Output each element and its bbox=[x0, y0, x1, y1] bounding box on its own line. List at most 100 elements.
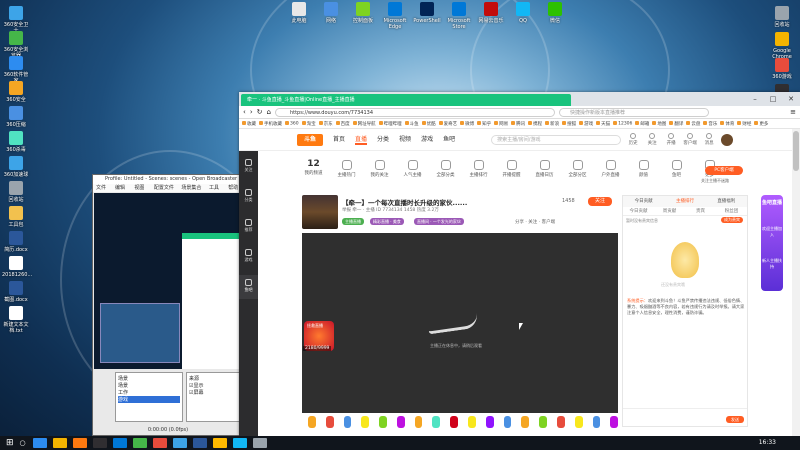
desktop-icon[interactable]: PowerShell bbox=[413, 2, 441, 24]
gift-icon[interactable] bbox=[396, 416, 405, 428]
nav-5[interactable]: 鱼吧 bbox=[443, 134, 455, 145]
scene-item[interactable]: 场景 bbox=[118, 382, 180, 389]
video-player[interactable]: 主播正在休息中，请稍后观看 拯救直播 2180/9999 bbox=[302, 233, 618, 413]
sidebar-item[interactable]: 关注 bbox=[239, 155, 258, 179]
gift-icon[interactable] bbox=[539, 416, 547, 428]
gift-icon[interactable] bbox=[574, 416, 583, 428]
desktop-icon[interactable]: 控制面板 bbox=[349, 2, 377, 24]
streamer-avatar[interactable] bbox=[302, 195, 338, 229]
desktop-icon[interactable]: 网易云音乐 bbox=[477, 2, 505, 24]
panel-tab[interactable]: 直播福利 bbox=[706, 196, 747, 207]
bookmark-item[interactable]: 体育 bbox=[720, 121, 734, 127]
header-icon[interactable]: 关注 bbox=[645, 133, 659, 146]
obs-sources-dock[interactable]: 来源 ☑显示 ☑屏幕 bbox=[186, 372, 240, 422]
gift-icon[interactable] bbox=[503, 416, 512, 428]
gift-icon[interactable] bbox=[308, 416, 316, 428]
back-icon[interactable]: ‹ bbox=[243, 108, 246, 116]
obs-menu-item[interactable]: 视图(V) bbox=[134, 184, 149, 199]
category-item[interactable]: 全部分类 bbox=[429, 158, 462, 178]
header-icon[interactable]: 开播 bbox=[664, 133, 678, 146]
avatar[interactable] bbox=[721, 133, 734, 146]
room-tag[interactable]: 主播直播 bbox=[342, 218, 364, 225]
room-tag[interactable]: 直播间 · 一个发光的家伙 bbox=[414, 218, 464, 225]
panel-subtab[interactable]: 贵宾 bbox=[685, 207, 716, 215]
bookmark-item[interactable]: 搜狐 bbox=[562, 121, 576, 127]
category-item[interactable]: 主播排行 bbox=[462, 158, 495, 178]
bookmark-item[interactable]: 收藏 bbox=[242, 121, 256, 127]
browser-window[interactable]: 牵一 · 斗鱼直播_斗鱼直播|Online直播_主播直播 – □ ✕ ‹ › ↻… bbox=[239, 92, 800, 436]
bookmark-item[interactable]: 京东 bbox=[319, 121, 333, 127]
gift-icon[interactable] bbox=[468, 416, 476, 428]
bookmark-item[interactable]: 云盘 bbox=[686, 121, 700, 127]
room-tag[interactable]: 精彩直播 · 美食 bbox=[370, 218, 404, 225]
nav-4[interactable]: 游戏 bbox=[421, 134, 433, 145]
taskbar-app-icon[interactable] bbox=[92, 438, 107, 448]
address-bar[interactable]: https://www.douyu.com/7734134 bbox=[274, 107, 555, 117]
nav-0[interactable]: 首页 bbox=[333, 134, 345, 145]
bookmark-item[interactable]: 12306 bbox=[613, 121, 632, 126]
desktop-icon[interactable]: 截图.docx bbox=[2, 281, 30, 303]
taskbar-app-icon[interactable] bbox=[52, 438, 67, 448]
desktop-icon[interactable]: 360安全 bbox=[2, 81, 30, 103]
desktop-icon[interactable]: 360杀毒 bbox=[2, 131, 30, 153]
page-scrollbar[interactable] bbox=[792, 129, 800, 436]
sources-list[interactable]: ☑显示 ☑屏幕 bbox=[189, 382, 237, 396]
source-item[interactable]: ☑屏幕 bbox=[189, 389, 237, 396]
scene-item[interactable]: 游戏 bbox=[118, 396, 180, 403]
desktop-icon[interactable]: 此电脑 bbox=[285, 2, 313, 24]
gift-icon[interactable] bbox=[450, 416, 459, 428]
obs-preview[interactable] bbox=[94, 193, 242, 369]
close-icon[interactable]: ✕ bbox=[782, 92, 800, 106]
chat-input[interactable]: 发送 bbox=[623, 408, 747, 426]
bookmark-item[interactable]: 哔哩哔哩 bbox=[379, 121, 402, 127]
bookmark-item[interactable]: 邮箱 bbox=[635, 121, 649, 127]
gift-icon[interactable] bbox=[414, 416, 423, 428]
bookmark-item[interactable]: 网址导航 bbox=[353, 121, 376, 127]
desktop-icon[interactable]: Google Chrome bbox=[768, 32, 796, 60]
category-item[interactable]: 12 我的频道 bbox=[297, 158, 330, 176]
panel-subtab[interactable]: 粉丝团 bbox=[716, 207, 747, 215]
source-item[interactable]: ☑显示 bbox=[189, 382, 237, 389]
bookmark-item[interactable]: 手机收藏 bbox=[259, 121, 282, 127]
bookmark-item[interactable]: 更多 bbox=[754, 121, 768, 127]
bookmark-item[interactable]: 淘宝 bbox=[302, 121, 316, 127]
bookmark-item[interactable]: 腾讯 bbox=[511, 121, 525, 127]
category-item[interactable]: 主播热门 bbox=[330, 158, 363, 178]
category-item[interactable]: 人气主播 bbox=[396, 158, 429, 178]
bookmark-item[interactable]: 优酷 bbox=[422, 121, 436, 127]
sidebar-item[interactable]: 游戏 bbox=[239, 245, 258, 269]
header-icon[interactable]: 消息 bbox=[702, 133, 716, 146]
taskbar-app-icon[interactable] bbox=[212, 438, 227, 448]
desktop-icon[interactable]: 360安全浏览器 bbox=[2, 31, 30, 59]
desktop-icon[interactable]: 360压缩 bbox=[2, 106, 30, 128]
desktop-icon[interactable]: 回收站 bbox=[2, 181, 30, 203]
bookmark-item[interactable]: 财经 bbox=[737, 121, 751, 127]
desktop-icon[interactable]: 新建文本文档.txt bbox=[2, 306, 30, 334]
nav-3[interactable]: 视频 bbox=[399, 134, 411, 145]
douyu-logo[interactable]: 斗鱼 bbox=[297, 133, 323, 146]
bookmark-item[interactable]: 知乎 bbox=[477, 121, 491, 127]
send-button[interactable]: 发送 bbox=[726, 416, 744, 423]
scene-item[interactable]: 工作 bbox=[118, 389, 180, 396]
taskbar-app-icon[interactable] bbox=[132, 438, 147, 448]
header-icon[interactable]: 客户端 bbox=[683, 133, 697, 146]
bookmark-item[interactable]: 音乐 bbox=[703, 121, 717, 127]
tab-douyu[interactable]: 牵一 · 斗鱼直播_斗鱼直播|Online直播_主播直播 bbox=[241, 94, 571, 106]
gift-icon[interactable] bbox=[556, 416, 565, 428]
taskbar-app-icon[interactable] bbox=[72, 438, 87, 448]
gift-icon[interactable] bbox=[432, 416, 441, 428]
obs-menu-item[interactable]: 文件(F) bbox=[96, 184, 110, 199]
obs-window[interactable]: Profile: Untitled - Scenes: scenes - Ope… bbox=[92, 174, 244, 436]
category-item[interactable]: 开播提醒 bbox=[495, 158, 528, 178]
pc-client-button[interactable]: PC客户端 bbox=[705, 166, 743, 175]
gift-icon[interactable] bbox=[610, 416, 619, 428]
scrollbar-thumb[interactable] bbox=[793, 131, 799, 171]
share-bar[interactable]: 分享 · 关注 · 客户端 bbox=[515, 219, 555, 225]
home-icon[interactable]: ⌂ bbox=[267, 108, 271, 116]
gift-icon[interactable] bbox=[361, 416, 370, 428]
bookmark-item[interactable]: 地图 bbox=[652, 121, 666, 127]
gift-icon[interactable] bbox=[343, 416, 352, 428]
desktop-icon[interactable]: 360安全卫士 bbox=[2, 6, 30, 34]
taskbar-app-icon[interactable] bbox=[192, 438, 207, 448]
taskbar-app-icon[interactable] bbox=[152, 438, 167, 448]
